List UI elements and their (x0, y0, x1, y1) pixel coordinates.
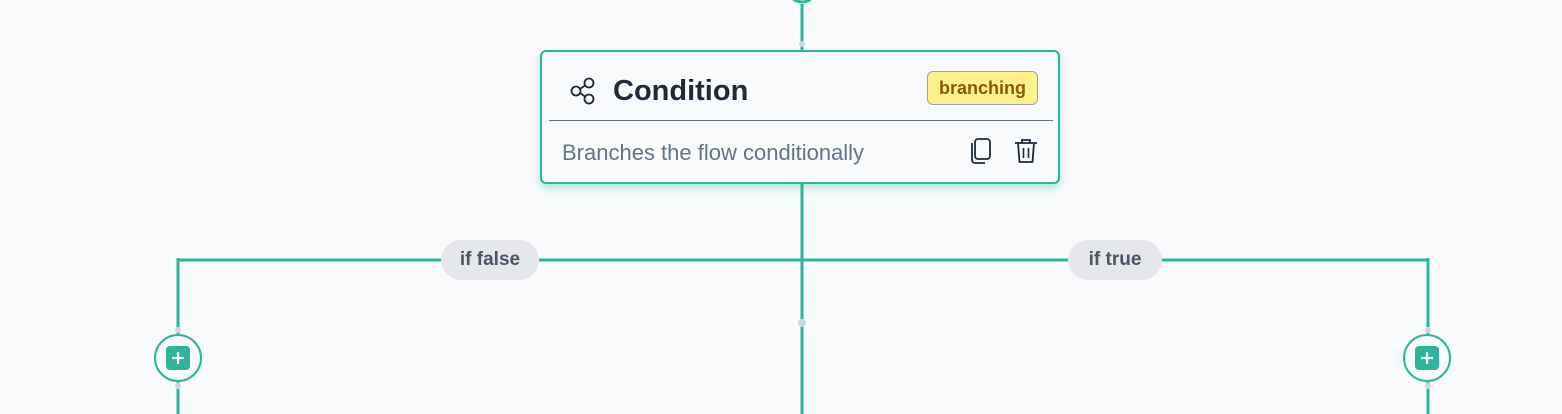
parent-node-handle (792, 0, 812, 4)
trash-icon (1015, 139, 1037, 163)
delete-button[interactable] (1012, 136, 1040, 166)
share-nodes-icon (570, 77, 595, 105)
false-connector-dot (175, 327, 181, 333)
flow-canvas[interactable]: Condition branching Branches the flow co… (0, 0, 1562, 414)
node-title: Condition (613, 75, 749, 107)
plus-icon (1421, 352, 1433, 364)
condition-node[interactable]: Condition branching Branches the flow co… (540, 50, 1060, 184)
plus-icon-tile (166, 346, 190, 370)
node-header: Condition branching (542, 52, 1058, 120)
false-connector-dot-bottom (175, 383, 181, 389)
duplicate-button[interactable] (967, 136, 995, 166)
copy-icon (971, 138, 991, 164)
plus-icon (172, 352, 184, 364)
trunk-connector-dot[interactable] (798, 319, 806, 327)
true-connector-dot-bottom (1425, 383, 1431, 389)
true-connector-dot (1425, 327, 1431, 333)
node-description: Branches the flow conditionally (562, 140, 865, 165)
add-step-false-button[interactable] (154, 334, 202, 382)
node-type-badge: branching (926, 71, 1038, 105)
node-divider (549, 120, 1053, 121)
incoming-connector-dot (799, 41, 805, 47)
add-step-true-button[interactable] (1403, 334, 1451, 382)
branch-label-true[interactable]: if true (1068, 240, 1162, 280)
plus-icon-tile (1415, 346, 1439, 370)
branch-label-false[interactable]: if false (441, 240, 539, 280)
